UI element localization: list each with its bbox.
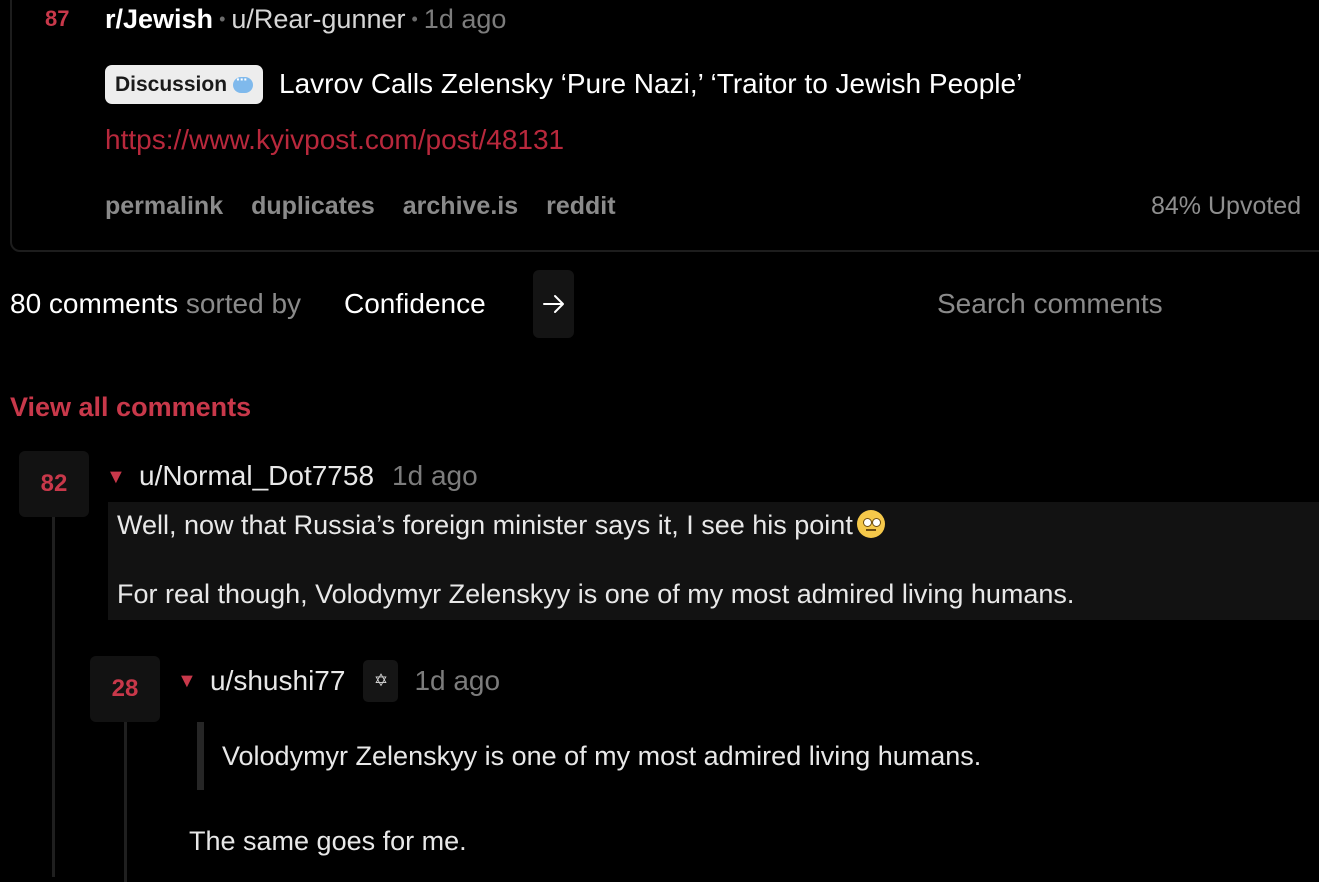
separator-dot: •: [411, 9, 418, 29]
archive-link[interactable]: archive.is: [403, 192, 518, 221]
thread-line[interactable]: [52, 517, 55, 877]
collapse-toggle-icon[interactable]: ▼: [177, 670, 197, 693]
comment-score: 82: [19, 451, 89, 517]
subreddit-link[interactable]: r/Jewish: [105, 4, 213, 34]
comment-meta: u/Normal_Dot7758 1d ago: [139, 460, 478, 492]
comment-text: Well, now that Russia’s foreign minister…: [117, 510, 853, 540]
comment-quote: Volodymyr Zelenskyy is one of my most ad…: [197, 722, 981, 790]
upvote-ratio: 84% Upvoted: [1151, 192, 1302, 220]
thread-line[interactable]: [124, 722, 127, 882]
comment-score: 28: [90, 656, 160, 722]
post-meta: r/Jewish • u/Rear-gunner • 1d ago: [105, 4, 506, 35]
sort-go-button[interactable]: [533, 270, 574, 338]
comment-meta: u/shushi77 ✡ 1d ago: [210, 660, 500, 702]
star-of-david-icon: ✡: [363, 660, 399, 702]
duplicates-link[interactable]: duplicates: [251, 192, 375, 221]
comments-count-label: 80 comments sorted by: [10, 288, 301, 320]
search-comments-input[interactable]: Search comments: [937, 288, 1163, 320]
sort-select[interactable]: Confidence: [344, 288, 486, 320]
flair-label: Discussion: [115, 72, 228, 96]
comment-author-link[interactable]: u/Normal_Dot7758: [139, 460, 374, 492]
comment-text: The same goes for me.: [189, 826, 467, 856]
post-author-link[interactable]: u/Rear-gunner: [231, 4, 405, 34]
post-url-link[interactable]: https://www.kyivpost.com/post/48131: [105, 124, 564, 156]
comment-paragraph: For real though, Volodymyr Zelenskyy is …: [117, 579, 1075, 609]
post-score: 87: [45, 6, 70, 31]
speech-bubble-icon: [233, 71, 254, 93]
arrow-right-icon: [542, 295, 564, 313]
view-all-comments-link[interactable]: View all comments: [10, 392, 251, 423]
comment-count: 80 comments: [10, 288, 179, 319]
comment-paragraph: Well, now that Russia’s foreign minister…: [117, 510, 1319, 541]
separator-dot: •: [219, 9, 226, 29]
permalink-link[interactable]: permalink: [105, 192, 223, 221]
sorted-by-label: sorted by: [185, 288, 302, 319]
reddit-link[interactable]: reddit: [546, 192, 615, 221]
comment-author-link[interactable]: u/shushi77: [210, 665, 345, 697]
post-actions: permalink duplicates archive.is reddit: [105, 192, 616, 221]
post-time: 1d ago: [423, 4, 507, 34]
comment-body: Well, now that Russia’s foreign minister…: [108, 502, 1319, 620]
collapse-toggle-icon[interactable]: ▼: [106, 466, 126, 489]
post-flair[interactable]: Discussion: [105, 65, 264, 104]
eye-roll-emoji-icon: [856, 510, 885, 538]
post-title[interactable]: Lavrov Calls Zelensky ‘Pure Nazi,’ ‘Trai…: [279, 68, 1022, 100]
comment-time: 1d ago: [414, 665, 501, 696]
comment-time: 1d ago: [392, 460, 478, 491]
